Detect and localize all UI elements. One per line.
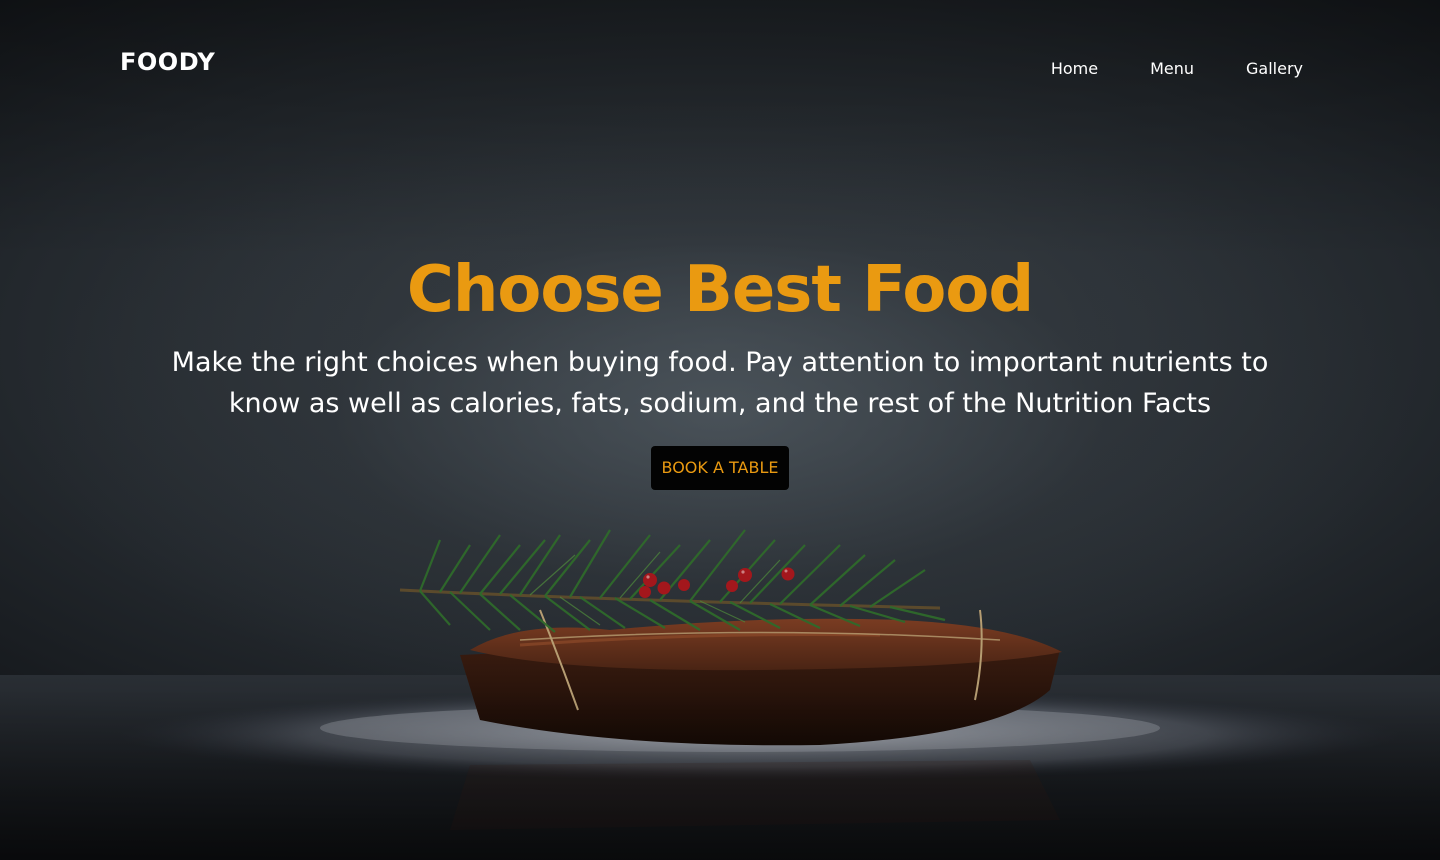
hero-section: Choose Best Food Make the right choices … bbox=[0, 248, 1440, 490]
landing-page: FOODY Home Menu Gallery Choose Best Food… bbox=[0, 0, 1440, 860]
navbar: FOODY Home Menu Gallery bbox=[0, 0, 1440, 130]
nav-link-gallery[interactable]: Gallery bbox=[1246, 59, 1303, 78]
brand-logo[interactable]: FOODY bbox=[120, 48, 215, 76]
hero-subtitle: Make the right choices when buying food.… bbox=[171, 347, 1269, 419]
hero-title: Choose Best Food bbox=[406, 253, 1034, 327]
nav-link-menu[interactable]: Menu bbox=[1150, 59, 1194, 78]
nav-link-home[interactable]: Home bbox=[1051, 59, 1098, 78]
book-a-table-button[interactable]: BOOK A TABLE bbox=[650, 446, 790, 490]
nav-menu: Home Menu Gallery bbox=[1051, 59, 1303, 78]
